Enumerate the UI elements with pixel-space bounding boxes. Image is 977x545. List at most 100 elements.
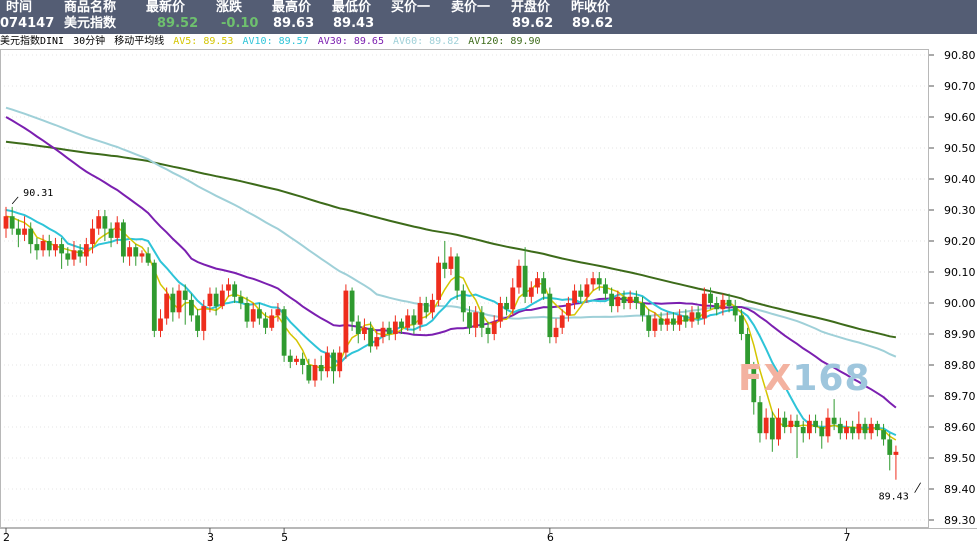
- candle-body: [850, 427, 856, 434]
- candle-body: [683, 315, 689, 322]
- x-tick-label: 6: [547, 531, 554, 544]
- candle-body: [121, 222, 126, 257]
- candle-body: [59, 244, 65, 254]
- candle-body: [652, 318, 658, 331]
- candle-body: [114, 222, 120, 238]
- y-tick-label: 89.40: [944, 483, 976, 496]
- candle-body: [615, 296, 621, 307]
- watermark-number: 168: [792, 358, 871, 399]
- candle-body: [15, 228, 21, 235]
- candle-body: [34, 244, 40, 251]
- candle-body: [213, 293, 219, 307]
- candle-body: [627, 296, 633, 303]
- candle-body: [343, 290, 349, 353]
- candle-body: [306, 365, 312, 381]
- candle-body: [782, 417, 788, 427]
- candle-body: [324, 352, 330, 372]
- candle-body: [151, 262, 157, 331]
- candle-body: [226, 284, 231, 291]
- candle-body: [127, 247, 132, 257]
- candle-body: [739, 315, 744, 334]
- candle-body: [819, 427, 825, 437]
- candle-body: [757, 402, 763, 434]
- candle-body: [881, 430, 886, 440]
- candle-body: [535, 278, 540, 288]
- candle-body: [158, 318, 163, 331]
- y-tick-label: 90.50: [944, 142, 976, 155]
- y-tick-label: 90.40: [944, 173, 976, 186]
- candle-body: [362, 327, 367, 334]
- candle-body: [331, 352, 336, 372]
- candle-body: [28, 228, 34, 245]
- y-tick-label: 90.60: [944, 111, 976, 124]
- candle-body: [318, 365, 324, 372]
- candle-body: [22, 228, 27, 235]
- candle-body: [281, 309, 287, 356]
- y-tick-label: 89.70: [944, 390, 976, 403]
- candle-body: [658, 318, 664, 325]
- candle-body: [96, 216, 102, 229]
- candle-body: [232, 284, 238, 297]
- candle-body: [504, 303, 509, 310]
- y-tick-label: 89.30: [944, 514, 976, 527]
- candle-body: [603, 284, 608, 294]
- candle-body: [275, 309, 281, 316]
- candle-body: [856, 423, 862, 434]
- candle-body: [584, 284, 590, 297]
- candle-body: [559, 315, 565, 328]
- candle-body: [701, 293, 707, 319]
- candle-body: [195, 315, 200, 331]
- candle-body: [139, 253, 145, 257]
- candle-body: [541, 278, 547, 294]
- candle-body: [405, 315, 411, 328]
- candle-body: [807, 420, 812, 434]
- candle-body: [207, 293, 213, 307]
- x-tick-label: 7: [843, 531, 850, 544]
- candle-body: [108, 228, 114, 238]
- candle-body: [454, 256, 460, 291]
- candle-body: [250, 309, 256, 322]
- candle-body: [788, 420, 794, 427]
- candle-body: [510, 287, 516, 310]
- y-tick-label: 90.00: [944, 297, 976, 310]
- candle-body: [300, 358, 306, 365]
- candle-body: [831, 417, 837, 424]
- candle-body: [695, 312, 701, 319]
- candle-body: [417, 303, 423, 325]
- y-tick-label: 90.80: [944, 49, 976, 62]
- candle-body: [763, 417, 769, 434]
- candle-body: [65, 253, 71, 260]
- candle-body: [572, 290, 577, 303]
- candle-body: [349, 290, 355, 322]
- candle-body: [263, 318, 268, 328]
- candle-body: [201, 306, 207, 331]
- candle-body: [355, 321, 361, 334]
- candle-body: [596, 278, 602, 285]
- candle-body: [516, 265, 522, 288]
- candle-body: [825, 417, 831, 437]
- candle-body: [837, 423, 843, 434]
- candle-body: [164, 293, 170, 319]
- annotation-leader: [914, 482, 921, 493]
- candle-body: [9, 216, 15, 229]
- y-tick-label: 90.20: [944, 235, 976, 248]
- candle-body: [3, 216, 9, 229]
- candle-body: [473, 312, 479, 328]
- candle-body: [238, 296, 244, 303]
- candle-body: [460, 290, 466, 313]
- candle-body: [491, 321, 497, 334]
- candle-body: [467, 312, 472, 328]
- candle-body: [689, 312, 695, 322]
- candle-body: [83, 244, 89, 257]
- candle-body: [176, 290, 182, 313]
- annotations: 90.31 89.43: [11, 188, 921, 503]
- candle-body: [244, 303, 250, 322]
- x-tick-label: 5: [281, 531, 288, 544]
- candle-body: [708, 293, 713, 303]
- candle-body: [522, 265, 528, 297]
- candle-body: [102, 216, 108, 229]
- candle-body: [386, 327, 392, 334]
- candle-body: [40, 241, 46, 251]
- candle-body: [269, 315, 275, 328]
- candle-body: [312, 365, 318, 381]
